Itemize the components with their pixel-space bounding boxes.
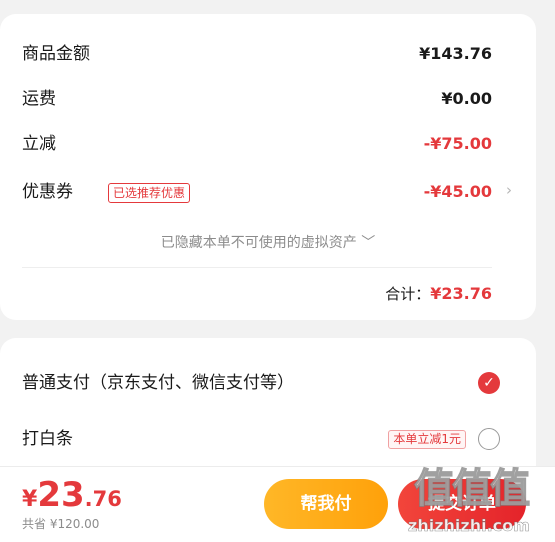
checkmark-selected-icon[interactable]: ✓ — [478, 372, 500, 394]
currency-symbol: ¥ — [22, 487, 38, 512]
payment-option-label: 打白条 — [22, 429, 73, 449]
submit-order-button[interactable]: 提交订单 — [398, 479, 526, 529]
payment-method-card: 普通支付（京东支付、微信支付等） ✓ 打白条 本单立减1元 — [0, 338, 536, 478]
hidden-assets-toggle[interactable]: 已隐藏本单不可使用的虚拟资产 ﹀ — [0, 232, 536, 252]
chevron-down-icon: ﹀ — [361, 235, 376, 251]
coupon-label: 优惠券 — [22, 182, 73, 202]
divider — [22, 267, 492, 268]
instant-discount-row: 立减 -¥75.00 — [22, 129, 492, 159]
final-price: ¥23.76 — [22, 475, 122, 515]
order-total: 合计：¥23.76 — [385, 281, 492, 307]
hidden-assets-note: 已隐藏本单不可使用的虚拟资产 — [160, 235, 357, 251]
instant-discount-label: 立减 — [22, 134, 56, 154]
goods-amount-row: 商品金额 ¥143.76 — [22, 39, 492, 69]
goods-amount-label: 商品金额 — [22, 44, 90, 64]
radio-unselected-icon[interactable] — [478, 428, 500, 450]
payment-option-baitiao[interactable]: 打白条 本单立减1元 — [22, 424, 500, 454]
order-summary-card: 商品金额 ¥143.76 运费 ¥0.00 立减 -¥75.00 优惠券 已选推… — [0, 14, 536, 320]
total-saved: 共省 ¥120.00 — [22, 517, 100, 531]
coupon-row[interactable]: 优惠券 已选推荐优惠 -¥45.00 — [22, 177, 492, 207]
shipping-row: 运费 ¥0.00 — [22, 84, 492, 114]
checkout-bottom-bar: ¥23.76 共省 ¥120.00 帮我付 提交订单 — [0, 466, 555, 542]
baitiao-discount-badge: 本单立减1元 — [388, 430, 466, 449]
payment-option-standard[interactable]: 普通支付（京东支付、微信支付等） ✓ — [22, 368, 500, 398]
goods-amount-value: ¥143.76 — [419, 44, 492, 63]
shipping-label: 运费 — [22, 89, 56, 109]
shipping-value: ¥0.00 — [441, 89, 492, 108]
price-decimal: .76 — [84, 487, 122, 511]
instant-discount-value: -¥75.00 — [423, 134, 492, 153]
help-me-pay-button[interactable]: 帮我付 — [264, 479, 388, 529]
recommended-coupon-badge: 已选推荐优惠 — [108, 183, 191, 203]
total-value: ¥23.76 — [430, 284, 492, 303]
coupon-value: -¥45.00 — [423, 182, 492, 201]
payment-option-label: 普通支付（京东支付、微信支付等） — [22, 373, 294, 393]
total-label: 合计： — [385, 285, 431, 303]
chevron-right-icon[interactable]: › — [506, 181, 512, 199]
price-integer: 23 — [37, 475, 85, 515]
